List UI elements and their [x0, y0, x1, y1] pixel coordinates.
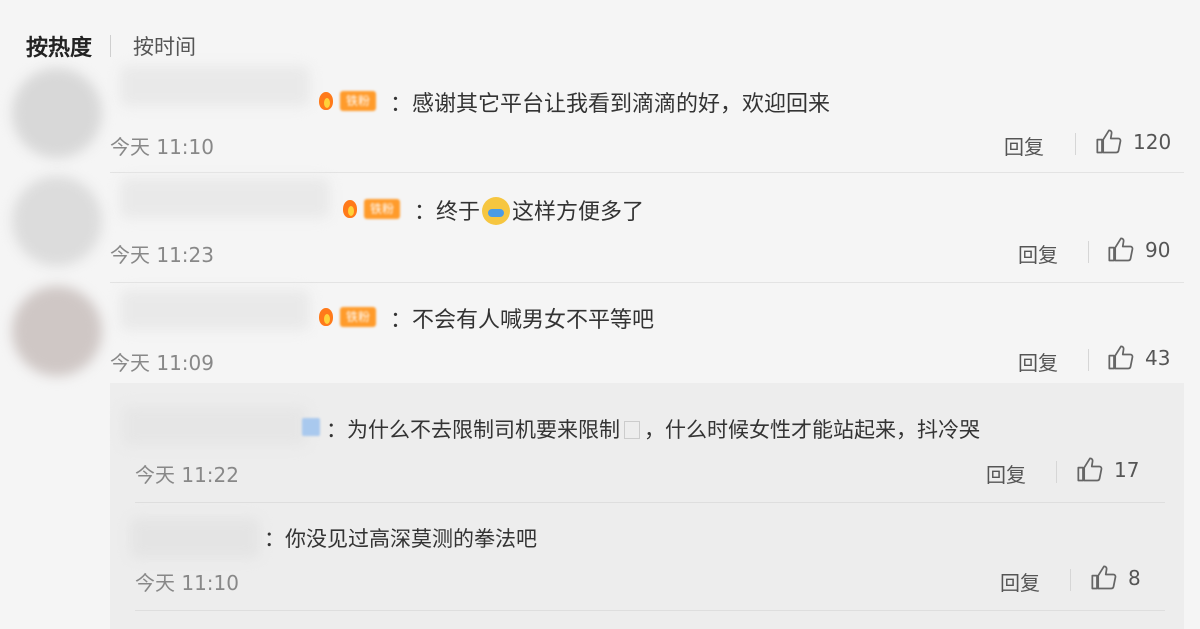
sort-divider — [110, 35, 112, 57]
like-button[interactable]: 90 — [1107, 236, 1170, 264]
comment-time: 今天 11:09 — [110, 351, 214, 375]
divider — [110, 282, 1184, 283]
action-divider — [1088, 241, 1089, 263]
reply-button[interactable]: 回复 — [1004, 131, 1044, 160]
reply-time: 今天 11:22 — [135, 463, 239, 487]
comment-time: 今天 11:23 — [110, 243, 214, 267]
reply-button[interactable]: 回复 — [986, 459, 1026, 488]
like-count: 43 — [1145, 346, 1171, 370]
action-divider — [1070, 569, 1071, 591]
action-divider — [1075, 133, 1076, 155]
sort-by-hot-tab[interactable]: 按热度 — [26, 30, 92, 62]
username-blurred[interactable] — [130, 518, 260, 558]
avatar[interactable] — [12, 68, 102, 158]
thumbs-up-icon — [1096, 129, 1122, 154]
username-blurred[interactable] — [120, 290, 310, 330]
like-count: 17 — [1114, 458, 1140, 482]
comment-text: ：不会有人喊男女不平等吧 — [390, 308, 655, 333]
like-count: 90 — [1145, 238, 1171, 262]
sort-by-time-tab[interactable]: 按时间 — [133, 31, 196, 61]
reply-text-start: ：为什么不去限制司机要来限制 — [326, 418, 620, 442]
divider — [110, 172, 1184, 173]
divider — [135, 610, 1165, 611]
thumbs-up-icon — [1108, 345, 1134, 370]
blurred-char — [624, 421, 640, 439]
sort-bar: 按热度 按时间 — [26, 28, 196, 64]
like-button[interactable]: 43 — [1107, 344, 1170, 372]
like-button[interactable]: 17 — [1076, 456, 1139, 484]
avatar[interactable] — [12, 286, 102, 376]
reply-text-end: ，什么时候女性才能站起来，抖冷哭 — [644, 418, 980, 442]
comment-text: ：感谢其它平台让我看到滴滴的好，欢迎回来 — [390, 92, 831, 117]
comment-text: ：终于 这样方便多了 — [414, 194, 644, 226]
thumbs-up-icon — [1077, 457, 1103, 482]
reply-text: ：为什么不去限制司机要来限制 ，什么时候女性才能站起来，抖冷哭 — [326, 414, 980, 444]
fan-badge-icon: 铁粉 — [340, 196, 401, 222]
avatar[interactable] — [12, 176, 102, 266]
username-blurred[interactable] — [120, 66, 310, 106]
like-button[interactable]: 120 — [1095, 128, 1171, 156]
reply-text: ：你没见过高深莫测的拳法吧 — [264, 527, 537, 551]
like-button[interactable]: 8 — [1090, 564, 1141, 592]
reply-button[interactable]: 回复 — [1018, 239, 1058, 268]
comment-text-end: 这样方便多了 — [512, 200, 645, 225]
thumbs-up-icon — [1091, 565, 1117, 590]
action-divider — [1056, 461, 1057, 483]
verified-icon — [302, 418, 320, 436]
like-count: 120 — [1133, 130, 1172, 154]
reply-button[interactable]: 回复 — [1000, 567, 1040, 596]
reply-time: 今天 11:10 — [135, 571, 239, 595]
laughing-emoji-icon — [482, 197, 511, 225]
comment-time: 今天 11:10 — [110, 135, 214, 159]
thumbs-up-icon — [1108, 237, 1134, 262]
comment-text-start: ：终于 — [414, 200, 481, 225]
reply-button[interactable]: 回复 — [1018, 347, 1058, 376]
username-blurred[interactable] — [120, 178, 330, 218]
like-count: 8 — [1128, 566, 1141, 590]
username-blurred[interactable] — [122, 406, 307, 446]
divider — [135, 502, 1165, 503]
action-divider — [1088, 349, 1089, 371]
fan-badge-icon: 铁粉 — [316, 88, 377, 114]
fan-badge-icon: 铁粉 — [316, 304, 377, 330]
